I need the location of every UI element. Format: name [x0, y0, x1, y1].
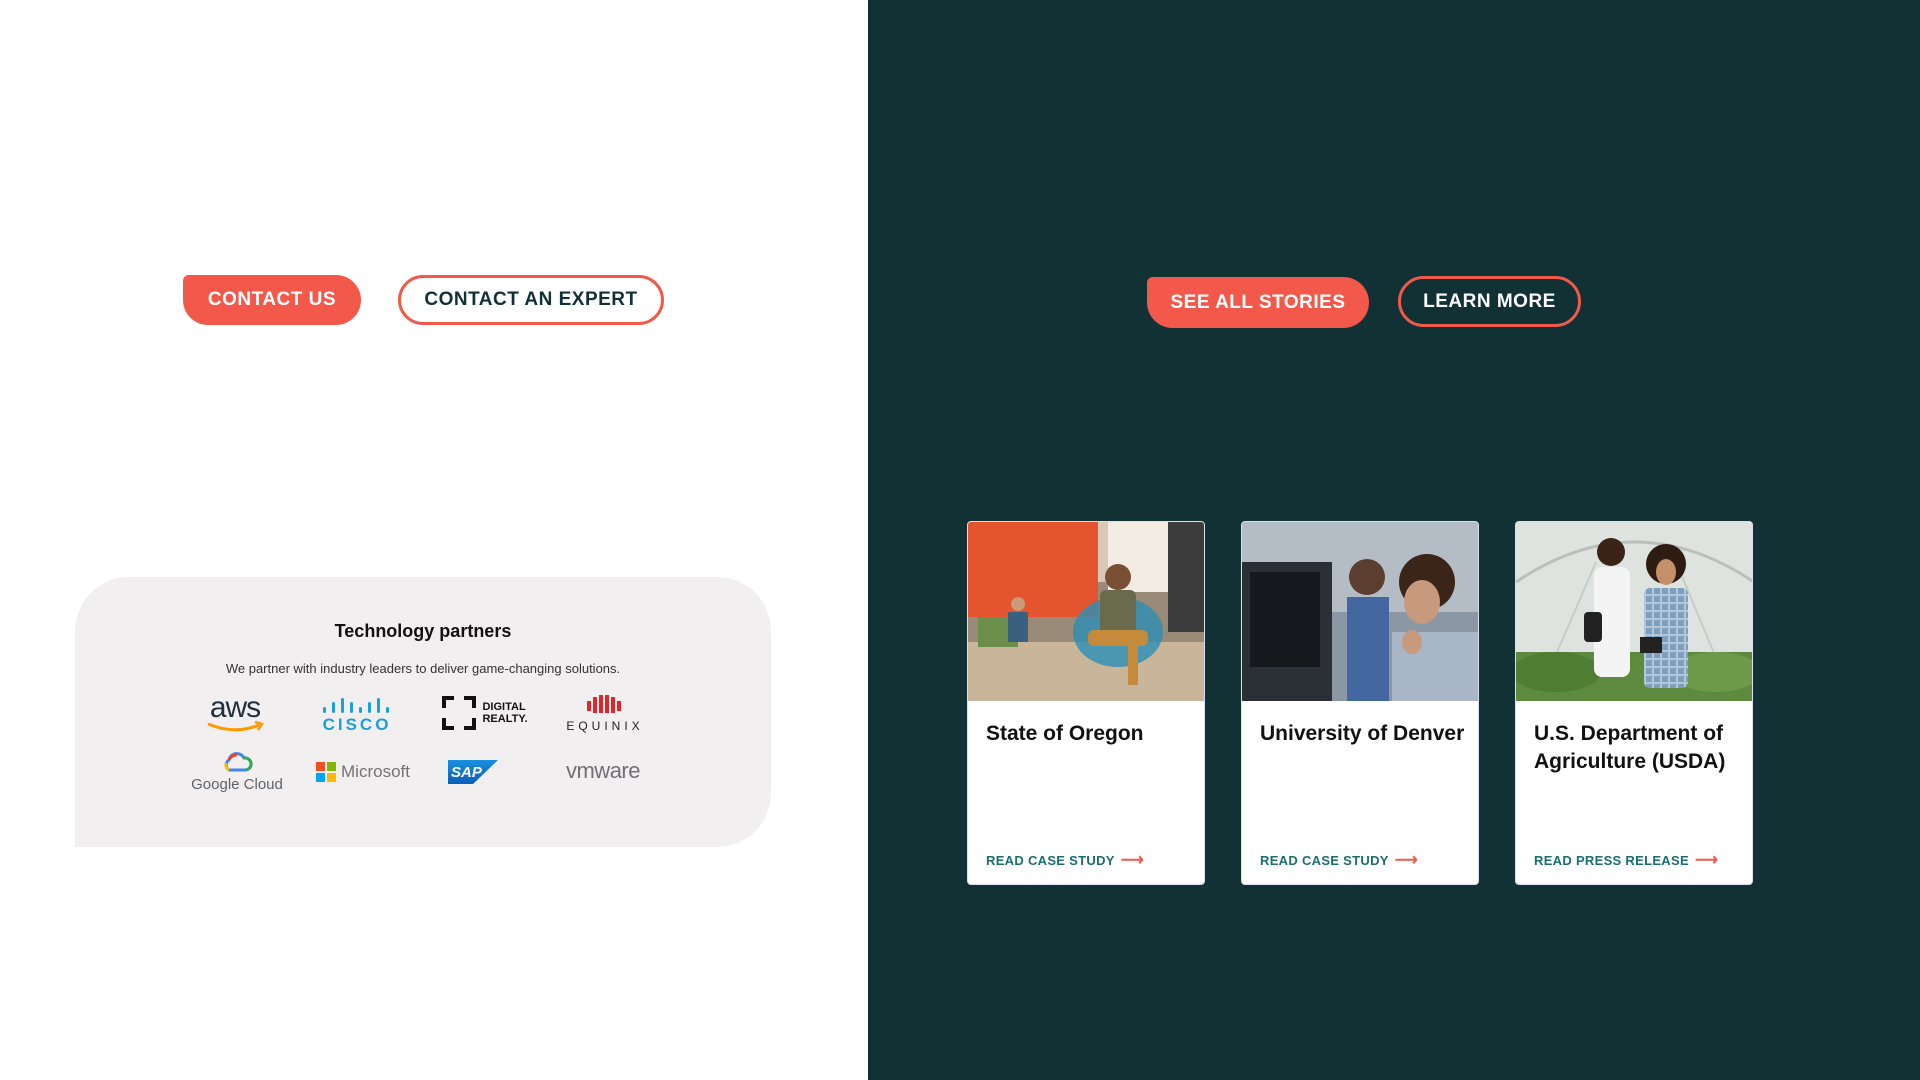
aws-logo: aws — [195, 691, 275, 737]
technology-partners-panel: Technology partners We partner with indu… — [75, 577, 771, 847]
arrow-right-icon: ⟶ — [1120, 852, 1144, 869]
vmware-logo: vmware — [553, 755, 653, 787]
left-panel: CONTACT US CONTACT AN EXPERT Technology … — [0, 0, 868, 1080]
digital-realty-logo: DIGITAL REALTY. — [435, 693, 535, 733]
cisco-bars-icon — [323, 698, 389, 713]
story-card-denver[interactable]: University of Denver READ CASE STUDY ⟶ — [1241, 521, 1479, 885]
read-case-study-link[interactable]: READ CASE STUDY ⟶ — [1260, 850, 1418, 870]
sap-logo: SAP — [443, 757, 503, 787]
equinix-logo: EQUINIX — [559, 691, 651, 737]
partners-subtitle: We partner with industry leaders to deli… — [225, 661, 621, 676]
microsoft-squares-icon — [316, 762, 337, 782]
read-press-release-link[interactable]: READ PRESS RELEASE ⟶ — [1534, 850, 1718, 870]
contact-expert-button[interactable]: CONTACT AN EXPERT — [398, 275, 664, 325]
card-link-label: READ CASE STUDY — [1260, 852, 1389, 868]
story-card-oregon[interactable]: State of Oregon READ CASE STUDY ⟶ — [967, 521, 1205, 885]
partners-title: Technology partners — [334, 621, 512, 641]
story-card-usda[interactable]: U.S. Department of Agriculture (USDA) RE… — [1515, 521, 1753, 885]
google-cloud-text: Google Cloud — [191, 775, 283, 793]
see-all-stories-button[interactable]: SEE ALL STORIES — [1147, 277, 1369, 328]
arrow-right-icon: ⟶ — [1694, 852, 1719, 869]
sap-text: SAP — [451, 763, 482, 781]
contact-us-button[interactable]: CONTACT US — [183, 275, 361, 325]
card-title: State of Oregon — [986, 722, 1144, 745]
google-cloud-logo: Google Cloud — [187, 749, 287, 795]
card-link-label: READ PRESS RELEASE — [1534, 852, 1689, 868]
card-link-label: READ CASE STUDY — [986, 852, 1115, 868]
aws-smile-icon — [207, 721, 264, 732]
cisco-logo-text: CISCO — [322, 715, 392, 734]
card-image-oregon — [968, 522, 1204, 701]
equinix-logo-text: EQUINIX — [566, 719, 644, 733]
card-title: University of Denver — [1260, 722, 1465, 745]
microsoft-text: Microsoft — [341, 762, 410, 781]
google-cloud-icon — [224, 751, 253, 771]
microsoft-logo: Microsoft — [313, 755, 413, 789]
digital-realty-text-2: REALTY. — [482, 713, 528, 725]
digital-realty-bracket-icon — [442, 696, 477, 730]
aws-logo-text: aws — [209, 691, 261, 724]
card-title: U.S. Department of Agriculture (USDA) — [1534, 722, 1726, 773]
read-case-study-link[interactable]: READ CASE STUDY ⟶ — [986, 850, 1144, 870]
learn-more-button[interactable]: LEARN MORE — [1398, 276, 1581, 327]
digital-realty-text-1: DIGITAL — [482, 701, 526, 713]
cisco-logo: CISCO — [315, 691, 399, 739]
equinix-mark-icon — [587, 695, 621, 713]
vmware-text: vmware — [565, 758, 641, 783]
card-image-usda — [1516, 522, 1752, 701]
arrow-right-icon: ⟶ — [1394, 852, 1418, 869]
card-image-denver — [1242, 522, 1478, 701]
